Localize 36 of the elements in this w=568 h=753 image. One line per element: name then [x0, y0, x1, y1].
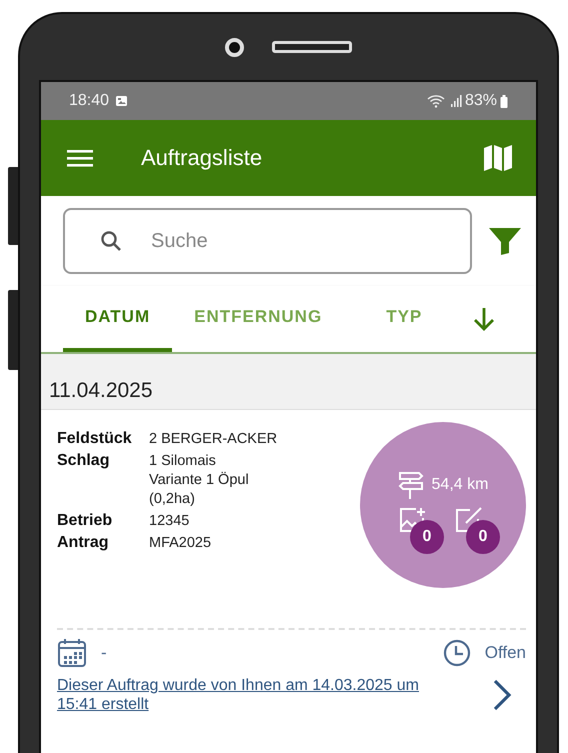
map-icon[interactable]: [482, 143, 514, 173]
order-card[interactable]: Feldstück 2 BERGER-ACKER Schlag 1 Silomais Variante 1 Öpul (0,2ha) Betrieb 12345 Antrag MFA2025 54,4 km 0 0 - Offen Dieser Auftrag wurde von Ihnen am 14.03.2025 um 15:41 erstellt: [41, 410, 536, 714]
count-badge: 0: [410, 520, 444, 554]
field-value: 12345: [149, 512, 190, 531]
created-info-link[interactable]: Dieser Auftrag wurde von Ihnen am 14.03.2025 um 15:41 erstellt: [57, 676, 442, 714]
sort-tab[interactable]: ENTFERNUNG: [172, 286, 344, 352]
image-notification-icon: [115, 95, 128, 107]
filter-icon[interactable]: [488, 226, 522, 256]
field-value: 1 Silomais Variante 1 Öpul (0,2ha): [149, 452, 250, 509]
count-badge: 0: [466, 520, 500, 554]
status-text: Offen: [484, 643, 526, 663]
schedule-text: -: [101, 643, 107, 663]
field-label: Feldstück: [57, 430, 133, 449]
field-label: Schlag: [57, 452, 110, 471]
clock-icon: [442, 639, 471, 667]
camera-icon: [225, 38, 244, 56]
field-value: 2 BERGER-ACKER: [149, 430, 278, 449]
chevron-right-icon[interactable]: [492, 679, 512, 711]
sort-direction-icon[interactable]: [472, 306, 496, 332]
battery-icon: [500, 94, 508, 108]
field-label: Betrieb: [57, 512, 114, 531]
sort-tab[interactable]: TYP: [364, 286, 444, 352]
menu-icon[interactable]: [67, 148, 93, 168]
signpost-icon: [398, 470, 424, 500]
date-text: 11.04.2025: [49, 379, 153, 403]
field-label: Antrag: [57, 534, 110, 553]
battery-percent: 83%: [464, 92, 497, 110]
distance-text: 54,4 km: [432, 476, 488, 494]
status-time: 18:40: [69, 92, 110, 110]
field-value: MFA2025: [149, 534, 212, 553]
app-title: Auftragsliste: [141, 145, 264, 171]
search-field[interactable]: Suche: [63, 208, 472, 274]
calendar-icon: [57, 638, 87, 668]
search-icon: [99, 229, 123, 253]
wifi-icon: [426, 94, 447, 108]
signal-icon: [450, 95, 462, 107]
